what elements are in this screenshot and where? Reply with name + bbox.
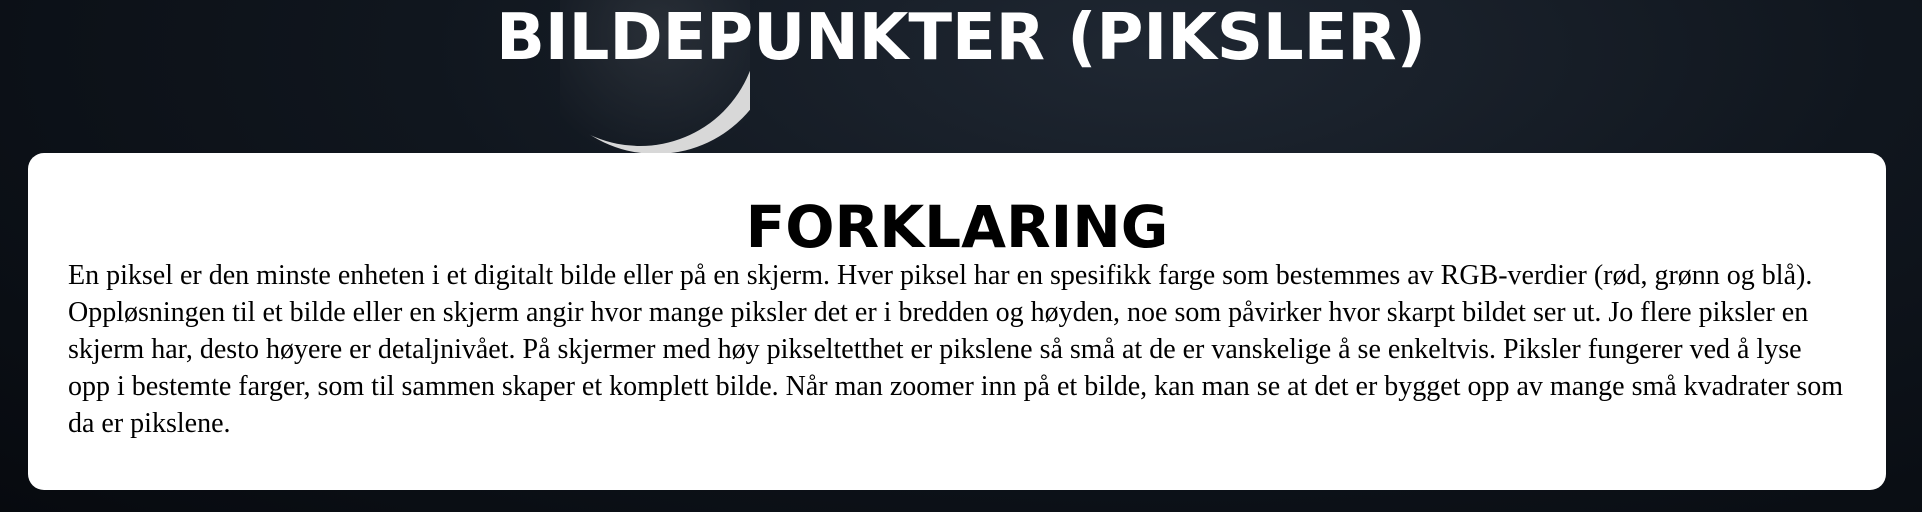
page-title: BILDEPUNKTER (PIKSLER): [496, 1, 1426, 75]
section-heading: FORKLARING: [745, 193, 1169, 261]
explanation-panel: FORKLARING En piksel er den minste enhet…: [28, 153, 1886, 490]
explanation-text: En piksel er den minste enheten i et dig…: [68, 260, 1844, 439]
